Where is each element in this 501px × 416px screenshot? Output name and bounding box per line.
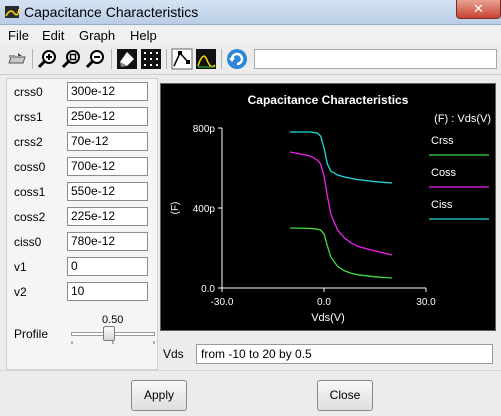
- x-tick-label: -30.0: [211, 297, 234, 308]
- menu-file[interactable]: File: [8, 28, 29, 43]
- param-label: v1: [14, 260, 27, 274]
- close-button[interactable]: Close: [317, 380, 373, 411]
- param-label: coss0: [14, 160, 46, 174]
- series-line-coss: [289, 151, 393, 256]
- param-crss0-input[interactable]: 300e-12: [67, 82, 148, 101]
- zoom-in-icon[interactable]: [37, 48, 59, 70]
- y-tick-label: 0.0: [201, 284, 215, 295]
- param-label: v2: [14, 285, 27, 299]
- series-line-ciss: [290, 131, 393, 184]
- window-close-button[interactable]: ✕: [456, 0, 501, 19]
- param-v1-input[interactable]: 0: [67, 257, 148, 276]
- menu-bar: File Edit Graph Help: [0, 26, 501, 45]
- menu-help[interactable]: Help: [130, 28, 157, 43]
- sweep-input[interactable]: from -10 to 20 by 0.5: [196, 344, 493, 364]
- param-crss2-input[interactable]: 70e-12: [67, 132, 148, 151]
- open-icon[interactable]: [6, 48, 28, 70]
- color-icon[interactable]: [116, 48, 138, 70]
- zoom-out-icon[interactable]: [85, 48, 107, 70]
- legend-title: (F) : Vds(V): [434, 113, 491, 125]
- chart-title: Capacitance Characteristics: [248, 93, 409, 107]
- x-tick-label: 30.0: [416, 297, 436, 308]
- capacitance-chart[interactable]: Capacitance Characteristics 0.0 400p 800p -…: [161, 84, 495, 330]
- button-bar: Apply Close: [0, 370, 501, 416]
- zoom-fit-icon[interactable]: [61, 48, 83, 70]
- toolbar-separator: [32, 49, 33, 69]
- chart-axes: 0.0 400p 800p -30.0 0.0 30.0: [193, 124, 436, 308]
- menu-graph[interactable]: Graph: [79, 28, 115, 43]
- markers-icon[interactable]: [171, 48, 193, 70]
- param-coss0-input[interactable]: 700e-12: [67, 157, 148, 176]
- apply-button[interactable]: Apply: [131, 380, 187, 411]
- legend-entry-crss: Crss: [431, 135, 454, 147]
- series-line-crss: [289, 227, 393, 279]
- param-label: coss2: [14, 210, 46, 224]
- grid-icon[interactable]: [140, 48, 162, 70]
- toolbar-separator: [221, 49, 222, 69]
- param-coss2-input[interactable]: 225e-12: [67, 207, 148, 226]
- window-title: Capacitance Characteristics: [24, 4, 199, 20]
- toolbar-separator: [111, 49, 112, 69]
- profile-slider-thumb[interactable]: [103, 326, 115, 341]
- param-label: ciss0: [14, 235, 42, 249]
- x-axis-label: Vds(V): [311, 312, 345, 324]
- legend-entry-ciss: Ciss: [431, 199, 453, 211]
- profile-slider-ticks: [71, 341, 155, 344]
- param-crss1-input[interactable]: 250e-12: [67, 107, 148, 126]
- chart-panel[interactable]: Capacitance Characteristics 0.0 400p 800p -…: [160, 83, 496, 331]
- toolbar: [0, 45, 501, 75]
- x-tick-label: 0.0: [317, 297, 331, 308]
- curve-icon[interactable]: [195, 48, 217, 70]
- param-label: coss1: [14, 185, 46, 199]
- profile-label: Profile: [14, 327, 49, 341]
- toolbar-status-field[interactable]: [254, 49, 497, 69]
- refresh-icon[interactable]: [226, 48, 248, 70]
- sweep-label: Vds: [163, 347, 184, 361]
- y-tick-label: 800p: [193, 124, 216, 135]
- chart-series: [289, 131, 393, 279]
- y-tick-label: 400p: [193, 204, 216, 215]
- param-label: crss2: [14, 135, 43, 149]
- main-content: crss0 300e-12 crss1 250e-12 crss2 70e-12…: [0, 76, 501, 370]
- param-label: crss0: [14, 85, 43, 99]
- app-icon: [4, 4, 20, 20]
- param-v2-input[interactable]: 10: [67, 282, 148, 301]
- y-axis-label: (F): [170, 202, 181, 215]
- param-ciss0-input[interactable]: 780e-12: [67, 232, 148, 251]
- param-coss1-input[interactable]: 550e-12: [67, 182, 148, 201]
- menu-edit[interactable]: Edit: [42, 28, 64, 43]
- chart-legend: Crss Coss Ciss: [429, 135, 489, 220]
- param-label: crss1: [14, 110, 43, 124]
- legend-entry-coss: Coss: [431, 167, 457, 179]
- title-bar[interactable]: Capacitance Characteristics ✕: [0, 0, 501, 25]
- parameter-panel: crss0 300e-12 crss1 250e-12 crss2 70e-12…: [6, 78, 158, 370]
- toolbar-separator: [166, 49, 167, 69]
- profile-value: 0.50: [102, 314, 124, 326]
